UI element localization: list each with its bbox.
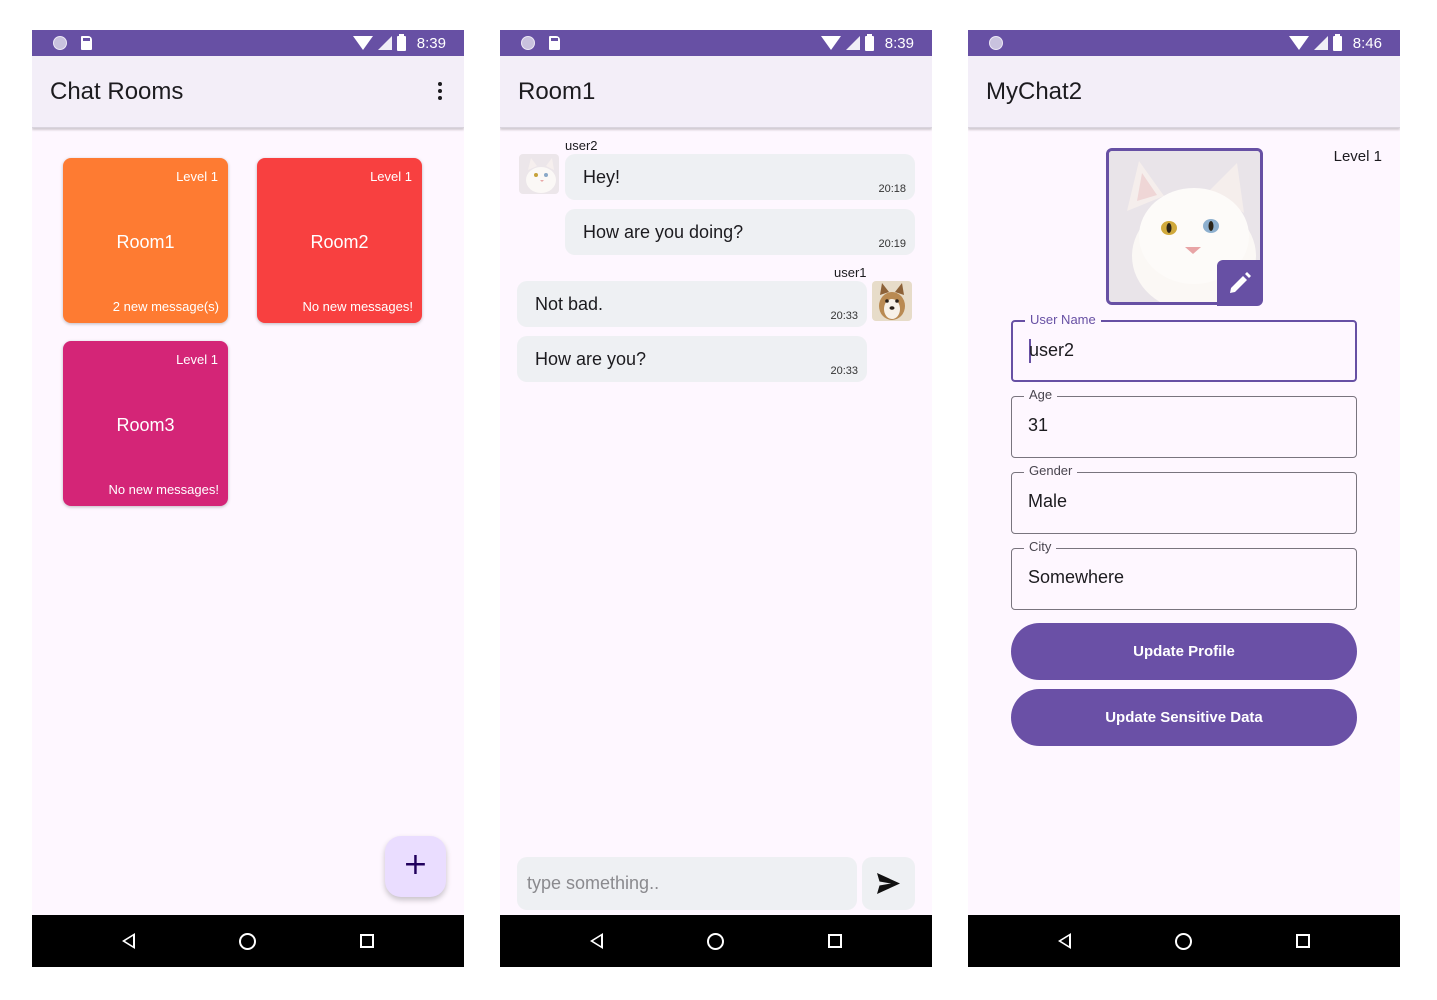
message-time: 20:19 xyxy=(878,238,906,250)
status-bar: 8:39 xyxy=(32,30,464,56)
message-sender: user1 xyxy=(834,265,867,280)
wifi-icon xyxy=(352,36,373,50)
page-title: Room1 xyxy=(518,78,596,105)
status-time: 8:46 xyxy=(1352,34,1382,52)
top-app-bar: Chat Rooms xyxy=(32,56,464,128)
back-icon[interactable] xyxy=(122,933,135,949)
sd-card-icon xyxy=(81,36,92,50)
room-tile-room2[interactable]: Level 1 Room2 No new messages! xyxy=(257,158,422,323)
field-label: City xyxy=(1024,539,1057,554)
send-icon xyxy=(877,873,900,894)
message-bubble[interactable]: Hey! 20:18 xyxy=(565,154,915,200)
room-name: Room1 xyxy=(116,232,175,252)
message-bubble[interactable]: How are you doing? 20:19 xyxy=(565,209,915,255)
battery-icon xyxy=(396,33,406,51)
recents-icon[interactable] xyxy=(828,934,842,948)
home-icon[interactable] xyxy=(239,933,256,950)
message-text: How are you doing? xyxy=(583,222,744,242)
home-icon[interactable] xyxy=(707,933,724,950)
message-text: Hey! xyxy=(583,167,621,187)
top-app-bar: Room1 xyxy=(500,56,932,128)
send-button[interactable] xyxy=(862,857,915,910)
battery-icon xyxy=(864,33,874,51)
home-icon[interactable] xyxy=(1175,933,1192,950)
avatar-cat[interactable] xyxy=(519,154,559,194)
chat-room-screen: 8:39 Room1 user2 Hey! 20:18 How are you … xyxy=(500,30,932,967)
signal-icon xyxy=(1313,36,1328,50)
signal-icon xyxy=(845,36,860,50)
message-text: Not bad. xyxy=(535,294,604,314)
wifi-icon xyxy=(820,36,841,50)
room-name: Room2 xyxy=(310,232,369,252)
room-status: 2 new message(s) xyxy=(112,299,219,314)
status-time: 8:39 xyxy=(884,34,914,52)
wifi-icon xyxy=(1288,36,1309,50)
notification-icon xyxy=(53,36,67,50)
status-bar: 8:39 xyxy=(500,30,932,56)
message-time: 20:18 xyxy=(878,183,906,195)
username-input[interactable] xyxy=(1029,340,1329,361)
avatar-dog[interactable] xyxy=(872,281,912,321)
back-icon[interactable] xyxy=(590,933,603,949)
battery-icon xyxy=(1332,33,1342,51)
add-room-button[interactable]: + xyxy=(385,836,446,897)
room-level: Level 1 xyxy=(176,352,218,367)
city-input[interactable] xyxy=(1028,567,1328,588)
top-app-bar: MyChat2 xyxy=(968,56,1400,128)
message-bubble[interactable]: How are you? 20:33 xyxy=(517,336,867,382)
message-text: How are you? xyxy=(535,349,647,369)
message-time: 20:33 xyxy=(830,365,858,377)
recents-icon[interactable] xyxy=(1296,934,1310,948)
gender-input[interactable] xyxy=(1028,491,1328,512)
sd-card-icon xyxy=(549,36,560,50)
message-bubble[interactable]: Not bad. 20:33 xyxy=(517,281,867,327)
room-tile-room1[interactable]: Level 1 Room1 2 new message(s) xyxy=(63,158,228,323)
age-field[interactable]: Age xyxy=(1011,387,1357,458)
update-profile-button[interactable]: Update Profile xyxy=(1011,623,1357,680)
gender-field[interactable]: Gender xyxy=(1011,463,1357,534)
message-sender: user2 xyxy=(565,138,598,153)
edit-photo-button[interactable] xyxy=(1217,260,1263,306)
room-status: No new messages! xyxy=(302,299,413,314)
notification-icon xyxy=(521,36,535,50)
plus-icon: + xyxy=(402,847,429,882)
notification-icon xyxy=(989,36,1003,50)
status-time: 8:39 xyxy=(416,34,446,52)
system-nav-bar xyxy=(32,915,464,967)
age-input[interactable] xyxy=(1028,415,1328,436)
message-input[interactable] xyxy=(517,857,857,910)
field-label: Age xyxy=(1024,387,1058,402)
room-name: Room3 xyxy=(116,415,175,435)
room-level: Level 1 xyxy=(370,169,412,184)
pencil-icon xyxy=(1230,272,1251,293)
room-status: No new messages! xyxy=(108,482,219,497)
system-nav-bar xyxy=(968,915,1400,967)
room-level: Level 1 xyxy=(176,169,218,184)
recents-icon[interactable] xyxy=(360,934,374,948)
page-title: Chat Rooms xyxy=(50,78,184,105)
field-label: Gender xyxy=(1024,463,1078,478)
username-field[interactable]: User Name xyxy=(1011,312,1357,382)
user-level: Level 1 xyxy=(1333,148,1382,165)
city-field[interactable]: City xyxy=(1011,539,1357,610)
page-title: MyChat2 xyxy=(986,78,1083,105)
back-icon[interactable] xyxy=(1058,933,1071,949)
signal-icon xyxy=(377,36,392,50)
message-time: 20:33 xyxy=(830,310,858,322)
system-nav-bar xyxy=(500,915,932,967)
chat-rooms-screen: 8:39 Chat Rooms Level 1 Room1 2 new mess… xyxy=(32,30,464,967)
update-sensitive-data-button[interactable]: Update Sensitive Data xyxy=(1011,689,1357,746)
profile-screen: 8:46 MyChat2 Level 1 User Name user2 Age… xyxy=(968,30,1400,967)
room-tile-room3[interactable]: Level 1 Room3 No new messages! xyxy=(63,341,228,506)
field-label: User Name xyxy=(1025,312,1101,327)
status-bar: 8:46 xyxy=(968,30,1400,56)
more-vert-icon[interactable] xyxy=(436,82,444,102)
